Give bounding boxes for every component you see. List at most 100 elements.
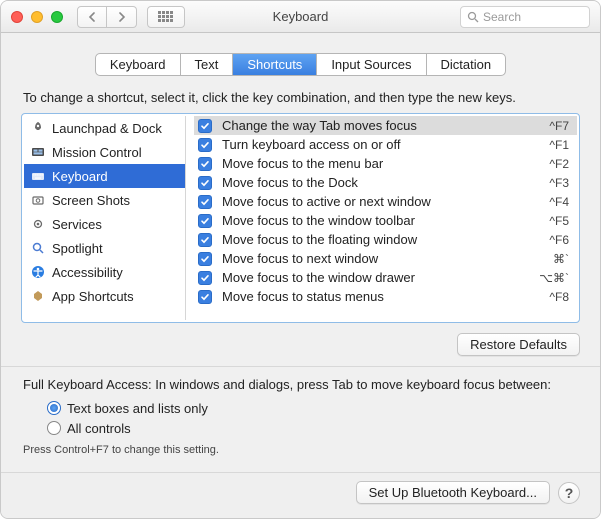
shortcut-checkbox[interactable] [198, 252, 212, 266]
category-label: Spotlight [52, 241, 103, 256]
shortcut-key[interactable]: ⌘` [553, 252, 569, 266]
shortcut-label: Move focus to status menus [222, 289, 539, 304]
shortcut-label: Move focus to next window [222, 251, 543, 266]
shortcut-row[interactable]: Move focus to active or next window^F4 [194, 192, 577, 211]
minimize-window-button[interactable] [31, 11, 43, 23]
shortcut-row[interactable]: Move focus to the floating window ^F6 [194, 230, 577, 249]
close-window-button[interactable] [11, 11, 23, 23]
category-label: Services [52, 217, 102, 232]
accessibility-icon [30, 264, 46, 280]
shortcut-key[interactable]: ^F6 [549, 233, 569, 247]
instruction-text: To change a shortcut, select it, click t… [23, 90, 580, 105]
radio-button[interactable] [47, 421, 61, 435]
shortcut-list[interactable]: Change the way Tab moves focus ^F7 Turn ke… [194, 116, 577, 320]
shortcut-row[interactable]: Move focus to the menu bar ^F2 [194, 154, 577, 173]
shortcut-checkbox[interactable] [198, 176, 212, 190]
shortcut-label: Turn keyboard access on or off [222, 137, 539, 152]
shortcut-row[interactable]: Move focus to the window drawer ⌥⌘` [194, 268, 577, 287]
shortcut-label: Change the way Tab moves focus [222, 118, 539, 133]
category-label: Accessibility [52, 265, 123, 280]
shortcut-key[interactable]: ⌥⌘` [539, 271, 569, 285]
shortcut-row[interactable]: Move focus to status menus ^F8 [194, 287, 577, 306]
fka-hint: Press Control+F7 to change this setting. [23, 444, 578, 456]
fka-option[interactable]: All controls [47, 418, 578, 438]
traffic-lights [11, 11, 63, 23]
shortcut-key[interactable]: ^F7 [549, 119, 569, 133]
search-icon [467, 11, 479, 23]
mission-icon [30, 144, 46, 160]
keyboard-icon [30, 168, 46, 184]
category-label: Screen Shots [52, 193, 130, 208]
shortcut-row[interactable]: Move focus to the Dock ^F3 [194, 173, 577, 192]
shortcut-checkbox[interactable] [198, 157, 212, 171]
apps-icon [30, 288, 46, 304]
grid-icon [158, 11, 174, 23]
zoom-window-button[interactable] [51, 11, 63, 23]
category-label: Mission Control [52, 145, 142, 160]
tab-text[interactable]: Text [181, 54, 234, 75]
shortcut-row[interactable]: Move focus to the window toolbar^F5 [194, 211, 577, 230]
shortcut-label: Move focus to the floating window [222, 232, 539, 247]
category-screen-shots[interactable]: Screen Shots [24, 188, 185, 212]
category-label: Keyboard [52, 169, 108, 184]
tab-input-sources[interactable]: Input Sources [317, 54, 426, 75]
help-button[interactable]: ? [558, 482, 580, 504]
category-list[interactable]: Launchpad & Dock Mission Control Keyboard S… [24, 116, 186, 320]
chevron-left-icon [88, 12, 96, 22]
tab-keyboard[interactable]: Keyboard [96, 54, 181, 75]
back-button[interactable] [77, 6, 107, 28]
shortcut-row[interactable]: Turn keyboard access on or off ^F1 [194, 135, 577, 154]
shortcut-checkbox[interactable] [198, 271, 212, 285]
category-app-shortcuts[interactable]: App Shortcuts [24, 284, 185, 308]
shortcuts-panes: Launchpad & Dock Mission Control Keyboard S… [21, 113, 580, 323]
tab-dictation[interactable]: Dictation [427, 54, 506, 75]
fka-option[interactable]: Text boxes and lists only [47, 398, 578, 418]
nav-buttons [77, 6, 137, 28]
tab-shortcuts[interactable]: Shortcuts [233, 54, 317, 75]
radio-label: All controls [67, 421, 131, 436]
category-label: Launchpad & Dock [52, 121, 162, 136]
spotlight-icon [30, 240, 46, 256]
screenshot-icon [30, 192, 46, 208]
forward-button[interactable] [107, 6, 137, 28]
shortcut-row[interactable]: Move focus to next window ⌘` [194, 249, 577, 268]
shortcut-key[interactable]: ^F4 [549, 195, 569, 209]
shortcut-checkbox[interactable] [198, 195, 212, 209]
category-spotlight[interactable]: Spotlight [24, 236, 185, 260]
shortcut-label: Move focus to the window drawer [222, 270, 529, 285]
radio-button[interactable] [47, 401, 61, 415]
shortcut-key[interactable]: ^F2 [549, 157, 569, 171]
category-accessibility[interactable]: Accessibility [24, 260, 185, 284]
category-services[interactable]: Services [24, 212, 185, 236]
gear-icon [30, 216, 46, 232]
rocket-icon [30, 120, 46, 136]
radio-label: Text boxes and lists only [67, 401, 208, 416]
shortcut-checkbox[interactable] [198, 138, 212, 152]
prefs-window: Keyboard Search KeyboardTextShortcutsInp… [0, 0, 601, 519]
tab-bar: KeyboardTextShortcutsInput SourcesDictat… [1, 33, 600, 88]
search-field[interactable]: Search [460, 6, 590, 28]
setup-bluetooth-button[interactable]: Set Up Bluetooth Keyboard... [356, 481, 550, 504]
category-label: App Shortcuts [52, 289, 134, 304]
shortcut-key[interactable]: ^F1 [549, 138, 569, 152]
shortcut-checkbox[interactable] [198, 290, 212, 304]
shortcut-checkbox[interactable] [198, 214, 212, 228]
shortcut-key[interactable]: ^F8 [549, 290, 569, 304]
shortcut-row[interactable]: Change the way Tab moves focus ^F7 [194, 116, 577, 135]
restore-defaults-button[interactable]: Restore Defaults [457, 333, 580, 356]
shortcut-key[interactable]: ^F5 [549, 214, 569, 228]
shortcut-label: Move focus to the Dock [222, 175, 539, 190]
shortcut-checkbox[interactable] [198, 233, 212, 247]
category-mission-control[interactable]: Mission Control [24, 140, 185, 164]
category-launchpad-dock[interactable]: Launchpad & Dock [24, 116, 185, 140]
fka-title: Full Keyboard Access: In windows and dia… [23, 377, 578, 392]
content-area: To change a shortcut, select it, click t… [1, 88, 600, 472]
chevron-right-icon [118, 12, 126, 22]
category-keyboard[interactable]: Keyboard [24, 164, 185, 188]
shortcut-key[interactable]: ^F3 [549, 176, 569, 190]
shortcut-label: Move focus to the menu bar [222, 156, 539, 171]
footer: Set Up Bluetooth Keyboard... ? [1, 472, 600, 518]
shortcut-checkbox[interactable] [198, 119, 212, 133]
show-all-button[interactable] [147, 6, 185, 28]
full-keyboard-access: Full Keyboard Access: In windows and dia… [21, 367, 580, 460]
